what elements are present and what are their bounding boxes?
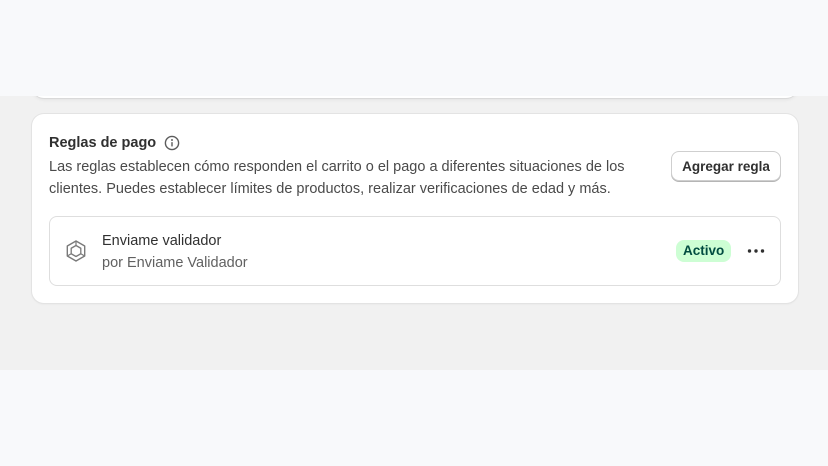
page: Reglas de pago Las reglas establecen cóm… [0, 0, 828, 466]
info-icon[interactable] [164, 135, 180, 151]
bottom-background [0, 370, 828, 466]
add-rule-button[interactable]: Agregar regla [671, 151, 781, 181]
card-header: Reglas de pago [49, 134, 180, 152]
rule-list-item[interactable]: Enviame validador por Enviame Validador … [49, 216, 781, 286]
hexagon-app-icon [64, 239, 88, 263]
rule-name: Enviame validador [102, 233, 222, 249]
card-title: Reglas de pago [49, 135, 157, 151]
horizontal-dots-icon [747, 248, 765, 254]
payment-rules-card: Reglas de pago Las reglas establecen cóm… [32, 114, 798, 303]
card-description: Las reglas establecen cómo responden el … [49, 159, 625, 197]
status-badge: Activo [676, 240, 732, 262]
top-background [0, 0, 828, 96]
more-actions-button[interactable] [742, 237, 770, 265]
rule-provider: por Enviame Validador [102, 255, 248, 271]
